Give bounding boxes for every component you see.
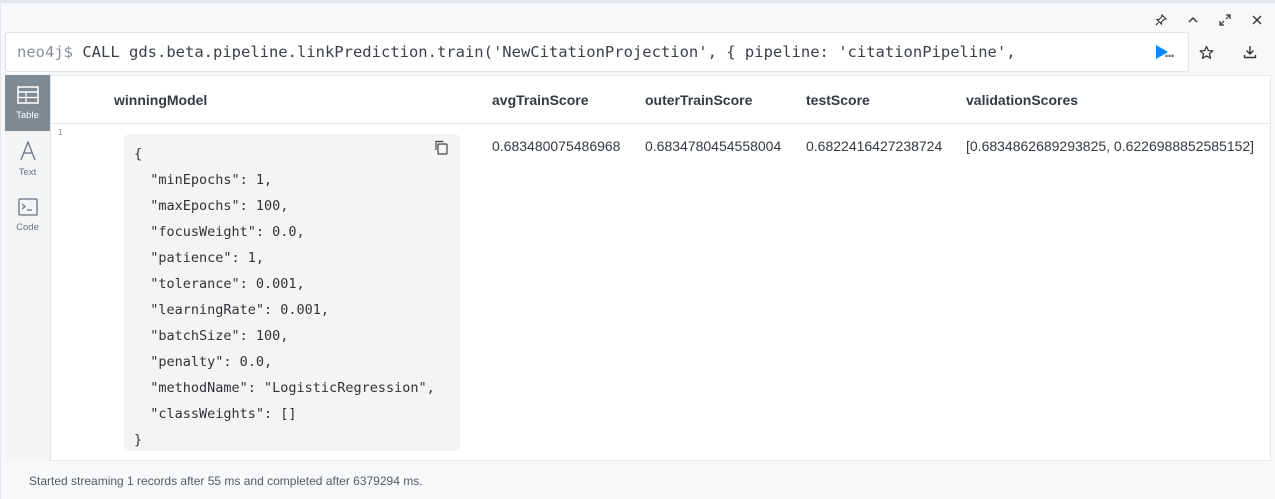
window-controls	[1151, 11, 1267, 29]
text-icon	[19, 139, 37, 164]
json-line: {	[134, 146, 143, 162]
winning-model-json[interactable]: { "minEpochs": 1, "maxEpochs": 100, "foc…	[124, 134, 460, 451]
view-tab-code-label: Code	[16, 221, 39, 233]
json-line: "maxEpochs": 100,	[134, 198, 289, 214]
cell-validationScores: [0.6834862689293825, 0.6226988852585152]	[966, 138, 1255, 154]
close-icon[interactable]	[1247, 11, 1267, 29]
json-line: "tolerance": 0.001,	[134, 276, 305, 292]
json-line: "classWeights": []	[134, 406, 297, 422]
result-frame: neo4j$ CALL gds.beta.pipeline.linkPredic…	[0, 0, 1275, 499]
json-line: "methodName": "LogisticRegression",	[134, 380, 435, 396]
status-message: Started streaming 1 records after 55 ms …	[29, 474, 423, 488]
view-tab-table[interactable]: Table	[5, 75, 50, 131]
column-header-validationScores: validationScores	[966, 92, 1079, 108]
column-header-winningModel: winningModel	[114, 92, 208, 108]
json-line: "focusWeight": 0.0,	[134, 224, 305, 240]
column-header-testScore: testScore	[806, 92, 870, 108]
play-icon	[1156, 45, 1168, 59]
view-tab-text[interactable]: Text	[5, 131, 50, 187]
favorite-button[interactable]	[1195, 41, 1217, 63]
cell-testScore: 0.6822416427238724	[806, 138, 943, 154]
view-tab-text-label: Text	[18, 166, 37, 178]
table-icon	[16, 85, 39, 107]
copy-icon	[435, 140, 448, 155]
download-button[interactable]	[1239, 41, 1261, 63]
query-text[interactable]: CALL gds.beta.pipeline.linkPrediction.tr…	[82, 43, 1165, 61]
view-tab-table-label: Table	[16, 109, 39, 121]
view-tab-code[interactable]: Code	[5, 187, 50, 243]
json-line: "learningRate": 0.001,	[134, 302, 330, 318]
row-index: 1	[58, 128, 63, 137]
table-header: winningModel avgTrainScore outerTrainSco…	[51, 76, 1271, 124]
view-switcher: Table Text Code	[5, 75, 51, 461]
json-line: "patience": 1,	[134, 250, 265, 266]
json-line: "batchSize": 100,	[134, 328, 289, 344]
result-table: winningModel avgTrainScore outerTrainSco…	[51, 75, 1271, 461]
editor-prompt: neo4j$	[17, 43, 73, 61]
copy-button[interactable]	[434, 140, 450, 156]
cell-outerTrainScore: 0.6834780454558004	[645, 138, 782, 154]
star-icon	[1199, 45, 1213, 59]
run-button[interactable]	[1151, 41, 1173, 63]
query-editor[interactable]: neo4j$ CALL gds.beta.pipeline.linkPredic…	[5, 32, 1189, 72]
expand-icon[interactable]	[1215, 11, 1235, 29]
code-icon	[17, 197, 38, 219]
cell-avgTrainScore: 0.683480075486968	[492, 138, 621, 154]
editor-actions	[1151, 41, 1261, 63]
json-line: "penalty": 0.0,	[134, 354, 273, 370]
pin-icon[interactable]	[1151, 11, 1171, 29]
collapse-icon[interactable]	[1183, 11, 1203, 29]
json-line: "minEpochs": 1,	[134, 172, 273, 188]
json-line: }	[134, 432, 143, 448]
column-header-outerTrainScore: outerTrainScore	[645, 92, 753, 108]
download-icon	[1243, 46, 1257, 59]
column-header-avgTrainScore: avgTrainScore	[492, 92, 589, 108]
